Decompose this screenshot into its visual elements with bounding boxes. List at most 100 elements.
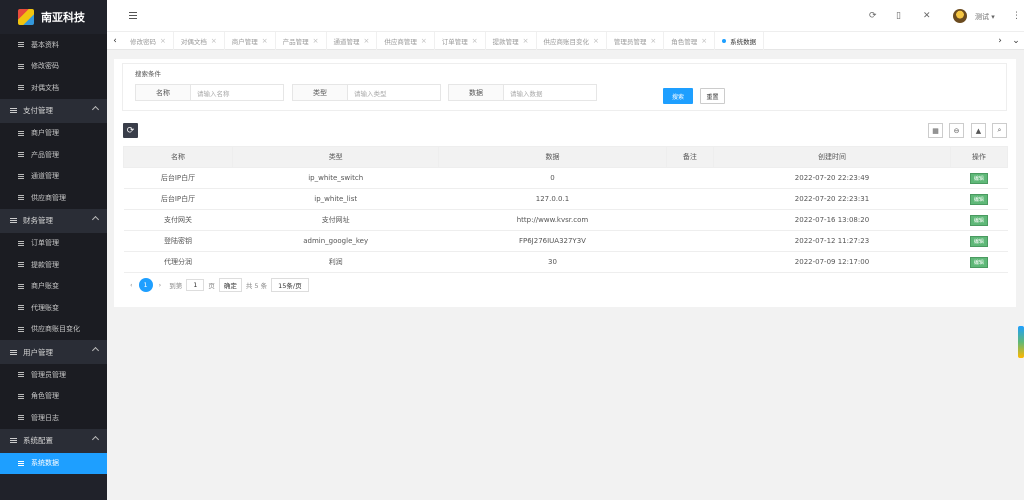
close-icon[interactable]: × (262, 37, 268, 45)
tabs-right-icon[interactable]: › (992, 36, 1008, 46)
sidebar-item[interactable]: 订单管理 (0, 232, 107, 254)
close-icon[interactable]: × (364, 37, 370, 45)
tab-bar: ‹ 修改密码 × 对偶文档 × 商户管理 × 产品管理 × 通道管理 × 供应商管理 × 订单管理 × 提款… (107, 31, 1024, 50)
refresh-icon[interactable]: ⟳ (869, 11, 877, 21)
close-icon[interactable]: × (593, 37, 599, 45)
tab-label: 供应商账目变化 (543, 37, 590, 46)
print-icon[interactable]: ▲ (971, 123, 986, 138)
sidebar-item[interactable]: 角色管理 (0, 385, 107, 407)
tabs-menu-icon[interactable]: ⌄ (1008, 36, 1024, 46)
close-icon[interactable]: × (701, 37, 707, 45)
prev-page-icon[interactable]: ‹ (130, 281, 133, 289)
sidebar-item[interactable]: 供应商账目变化 (0, 318, 107, 340)
tab[interactable]: 供应商管理 × (377, 31, 435, 50)
sidebar-group[interactable]: 财务管理 (0, 208, 107, 233)
tab[interactable]: 角色管理 × (664, 31, 716, 50)
sidebar-item[interactable]: 产品管理 (0, 144, 107, 166)
edit-button[interactable]: 编辑 (969, 172, 988, 184)
type-input[interactable]: 请输入类型 (348, 84, 441, 101)
tab[interactable]: 系统数据 (715, 31, 765, 50)
close-icon[interactable]: × (650, 37, 656, 45)
list-icon (18, 393, 24, 399)
reset-button[interactable]: 重置 (700, 88, 725, 104)
sidebar-item[interactable]: 管理日志 (0, 407, 107, 429)
page-input[interactable]: 1 (186, 279, 205, 291)
close-icon[interactable]: × (211, 37, 217, 45)
search-icon[interactable]: ⌕ (992, 123, 1007, 138)
lock-icon[interactable]: ▯ (896, 11, 901, 21)
edit-button[interactable]: 编辑 (969, 256, 988, 268)
sidebar-group[interactable]: 系统配置 (0, 428, 107, 453)
tab[interactable]: 对偶文档 × (174, 31, 225, 50)
logo[interactable]: 南亚科技 (0, 0, 107, 34)
side-handle[interactable] (1018, 326, 1024, 358)
tabs-left-icon[interactable]: ‹ (107, 36, 123, 46)
chevron-up-icon (91, 435, 100, 443)
tab-label: 修改密码 (130, 37, 156, 46)
sidebar-item[interactable]: 供应商管理 (0, 187, 107, 209)
list-icon (18, 372, 24, 378)
cell-name: 登陆密钥 (123, 230, 233, 252)
menu-toggle-icon[interactable] (129, 12, 137, 19)
sidebar-item-label: 通道管理 (31, 172, 59, 181)
fullscreen-icon[interactable]: ✕ (923, 11, 931, 21)
refresh-table-icon[interactable]: ⟳ (123, 123, 138, 138)
columns-icon[interactable]: ▦ (928, 123, 943, 138)
export-icon[interactable]: ⊖ (949, 123, 964, 138)
sidebar-item[interactable]: 提款管理 (0, 254, 107, 276)
tab[interactable]: 产品管理 × (276, 31, 327, 50)
sidebar-item[interactable]: 通道管理 (0, 165, 107, 187)
tab[interactable]: 商户管理 × (225, 31, 276, 50)
column-header: 数据 (438, 146, 667, 168)
sidebar-group-label: 系统配置 (23, 436, 53, 445)
tab[interactable]: 供应商账目变化 × (537, 31, 607, 50)
sidebar-group[interactable]: 支付管理 (0, 98, 107, 123)
sidebar-item[interactable]: 商户账变 (0, 275, 107, 297)
tab[interactable]: 提款管理 × (486, 31, 537, 50)
cell-data: http://www.kvsr.com (438, 209, 667, 231)
data-table: 名称 类型 数据 备注 创建时间 操作 后台IP白厅 ip_white_switch 0 202… (122, 146, 1009, 273)
sidebar-item[interactable]: 代理账变 (0, 297, 107, 319)
sidebar-item[interactable]: 管理员管理 (0, 364, 107, 386)
chevron-up-icon (91, 346, 100, 355)
sidebar-group[interactable]: 用户管理 (0, 340, 107, 364)
tab[interactable]: 通道管理 × (327, 31, 378, 50)
cell-created: 2022-07-09 12:17:00 (713, 251, 951, 273)
sidebar-item[interactable]: 对偶文档 (0, 77, 107, 99)
page-1[interactable]: 1 (138, 278, 153, 292)
edit-button[interactable]: 编辑 (969, 235, 988, 247)
sidebar-item[interactable]: 系统数据 (0, 452, 107, 474)
confirm-button[interactable]: 确定 (218, 278, 242, 292)
list-icon (10, 108, 17, 113)
page-size-select[interactable]: 15条/页 (271, 278, 309, 292)
data-input[interactable]: 请输入数据 (504, 84, 597, 101)
cell-action: 编辑 (950, 188, 1008, 210)
next-page-icon[interactable]: › (159, 281, 162, 289)
tab[interactable]: 修改密码 × (123, 31, 174, 50)
tab-label: 通道管理 (333, 37, 360, 46)
more-icon[interactable]: ⋮ (1012, 11, 1021, 21)
cell-created: 2022-07-20 22:23:31 (713, 188, 951, 210)
cell-type: ip_white_switch (232, 167, 439, 189)
close-icon[interactable]: × (472, 37, 478, 45)
edit-button[interactable]: 编辑 (969, 214, 988, 226)
list-icon (10, 349, 17, 355)
close-icon[interactable]: × (160, 37, 166, 45)
cell-type: admin_google_key (232, 230, 439, 252)
cell-note (666, 188, 714, 210)
user-menu[interactable]: 测试 ▾ (975, 12, 995, 22)
avatar[interactable] (953, 9, 967, 23)
name-input[interactable]: 请输入名称 (191, 84, 284, 101)
edit-button[interactable]: 编辑 (969, 193, 988, 205)
close-icon[interactable]: × (421, 37, 427, 45)
sidebar-item[interactable]: 商户管理 (0, 122, 107, 144)
close-icon[interactable]: × (523, 37, 529, 45)
search-legend: 搜索条件 (135, 70, 161, 78)
tab[interactable]: 管理员管理 × (607, 31, 665, 50)
search-button[interactable]: 搜索 (663, 88, 693, 104)
sidebar-item[interactable]: 基本资料 (0, 34, 107, 56)
tab[interactable]: 订单管理 × (435, 31, 486, 50)
close-icon[interactable]: × (313, 37, 319, 45)
sidebar-item[interactable]: 修改密码 (0, 55, 107, 77)
sidebar-group-label: 用户管理 (23, 347, 53, 357)
